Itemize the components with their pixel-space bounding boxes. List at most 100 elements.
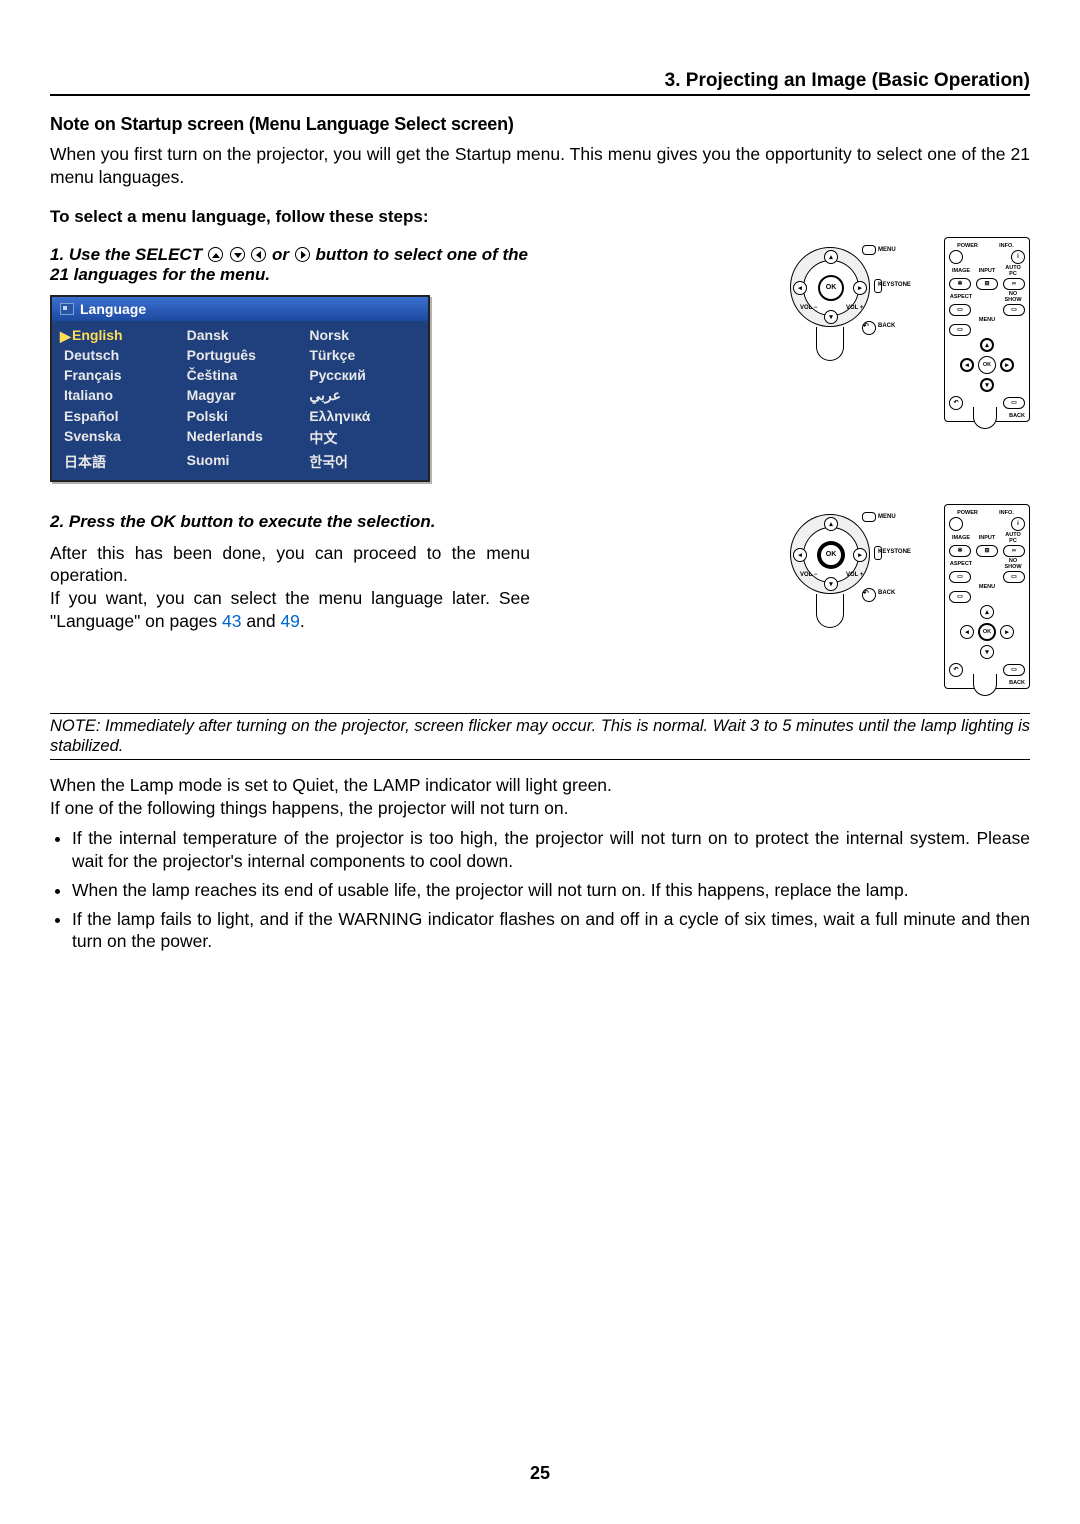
remote-right-button: ▸ bbox=[1000, 625, 1014, 639]
remote-down-button: ▾ bbox=[980, 378, 994, 392]
menu-button: ▭ bbox=[949, 324, 971, 336]
lang-espanol[interactable]: Español bbox=[58, 406, 177, 426]
lang-korean[interactable]: 한국어 bbox=[303, 450, 422, 474]
menu-label: MENU bbox=[878, 247, 896, 253]
page-link-43[interactable]: 43 bbox=[222, 611, 241, 631]
troubleshoot-list: If the internal temperature of the proje… bbox=[50, 827, 1030, 953]
lang-japanese[interactable]: 日本語 bbox=[58, 450, 177, 474]
remote-ok-button-hl: OK bbox=[978, 623, 996, 641]
power-button bbox=[949, 517, 963, 531]
noshow-button: ▭ bbox=[1003, 304, 1025, 316]
lang-turkce[interactable]: Türkçe bbox=[303, 345, 422, 365]
down-button: ▾ bbox=[824, 577, 838, 591]
lang-dansk[interactable]: Dansk bbox=[181, 325, 300, 345]
osd-title: Language bbox=[80, 301, 146, 317]
page-title: Note on Startup screen (Menu Language Se… bbox=[50, 114, 1030, 135]
lang-svenska[interactable]: Svenska bbox=[58, 426, 177, 450]
lang-russian[interactable]: Русский bbox=[303, 365, 422, 385]
hand-icon bbox=[973, 674, 997, 696]
remote-back-button: ▭ bbox=[1003, 397, 1025, 409]
steps-intro: To select a menu language, follow these … bbox=[50, 207, 1030, 227]
info-button: i bbox=[1011, 517, 1025, 531]
lang-norsk[interactable]: Norsk bbox=[303, 325, 422, 345]
lamp-quiet-text: When the Lamp mode is set to Quiet, the … bbox=[50, 774, 1030, 797]
lang-polski[interactable]: Polski bbox=[181, 406, 300, 426]
lang-arabic[interactable]: عربي bbox=[303, 385, 422, 406]
note-block: NOTE: Immediately after turning on the p… bbox=[50, 713, 1030, 760]
left-button: ◂ bbox=[793, 281, 807, 295]
vol-plus-label: VOL + bbox=[846, 305, 863, 311]
ok-button: OK bbox=[818, 275, 844, 301]
left-arrow-icon bbox=[251, 247, 266, 262]
back-label: BACK bbox=[878, 323, 895, 329]
up-button: ▴ bbox=[824, 250, 838, 264]
remote-right-button: ▸ bbox=[1000, 358, 1014, 372]
up-arrow-icon bbox=[208, 247, 223, 262]
remote-back-button: ▭ bbox=[1003, 664, 1025, 676]
remote-up-button: ▴ bbox=[980, 338, 994, 352]
down-button: ▾ bbox=[824, 310, 838, 324]
left-button: ◂ bbox=[793, 548, 807, 562]
keystone-label: KEYSTONE bbox=[878, 549, 911, 555]
input-button: ⊞ bbox=[976, 278, 998, 290]
vol-plus-label: VOL + bbox=[846, 572, 863, 578]
menu-button bbox=[862, 245, 876, 255]
autopc-button: ∞ bbox=[1003, 278, 1025, 290]
finger-icon bbox=[816, 594, 844, 628]
osd-icon bbox=[60, 303, 74, 315]
lang-nederlands[interactable]: Nederlands bbox=[181, 426, 300, 450]
aspect-button: ▭ bbox=[949, 304, 971, 316]
down-arrow-icon bbox=[230, 247, 245, 262]
projector-control-diagram-1: OK ▴ ▾ ◂ ▸ ↶ MENU KEYSTONE BACK VOL − VO… bbox=[770, 237, 920, 367]
language-osd: Language ▶English Dansk Norsk Deutsch Po… bbox=[50, 295, 430, 482]
list-item: When the lamp reaches its end of usable … bbox=[72, 879, 1030, 902]
image-button: ✻ bbox=[949, 278, 971, 290]
step-1: 1. Use the SELECT or button to select on… bbox=[50, 245, 530, 285]
back-button: ↶ bbox=[862, 321, 876, 335]
osd-body: ▶English Dansk Norsk Deutsch Português T… bbox=[52, 321, 428, 480]
selection-caret-icon: ▶ bbox=[60, 328, 71, 345]
section-header: 3. Projecting an Image (Basic Operation) bbox=[50, 70, 1030, 96]
menu-label: MENU bbox=[878, 514, 896, 520]
following-intro: If one of the following things happens, … bbox=[50, 797, 1030, 820]
remote-up-button: ▴ bbox=[980, 605, 994, 619]
right-button: ▸ bbox=[853, 281, 867, 295]
page-link-49[interactable]: 49 bbox=[280, 611, 299, 631]
step1-text-a: 1. Use the SELECT bbox=[50, 245, 207, 264]
lang-francais[interactable]: Français bbox=[58, 365, 177, 385]
back-label: BACK bbox=[878, 590, 895, 596]
lang-magyar[interactable]: Magyar bbox=[181, 385, 300, 406]
intro-paragraph: When you first turn on the projector, yo… bbox=[50, 143, 1030, 189]
remote-left-button: ◂ bbox=[960, 625, 974, 639]
info-button: i bbox=[1011, 250, 1025, 264]
back-button: ↶ bbox=[862, 588, 876, 602]
remote-dpad: ▴ ▾ ◂ ▸ OK bbox=[960, 605, 1014, 659]
keystone-label: KEYSTONE bbox=[878, 282, 911, 288]
lang-italiano[interactable]: Italiano bbox=[58, 385, 177, 406]
lang-chinese[interactable]: 中文 bbox=[303, 426, 422, 450]
noshow-button: ▭ bbox=[1003, 571, 1025, 583]
lang-greek[interactable]: Ελληνικά bbox=[303, 406, 422, 426]
vol-minus-label: VOL − bbox=[800, 305, 817, 311]
finger-icon bbox=[816, 327, 844, 361]
right-button: ▸ bbox=[853, 548, 867, 562]
list-item: If the lamp fails to light, and if the W… bbox=[72, 908, 1030, 954]
lang-cestina[interactable]: Čeština bbox=[181, 365, 300, 385]
aspect-button: ▭ bbox=[949, 571, 971, 583]
right-arrow-icon bbox=[295, 247, 310, 262]
projector-control-diagram-2: OK ▴ ▾ ◂ ▸ ↶ MENU KEYSTONE BACK VOL − VO… bbox=[770, 504, 920, 634]
osd-header: Language bbox=[52, 297, 428, 321]
input-button: ⊞ bbox=[976, 545, 998, 557]
lang-portugues[interactable]: Português bbox=[181, 345, 300, 365]
remote-back-label: BACK bbox=[1009, 413, 1025, 419]
lang-deutsch[interactable]: Deutsch bbox=[58, 345, 177, 365]
lang-english[interactable]: ▶English bbox=[58, 325, 177, 345]
remote-back-label: BACK bbox=[1009, 680, 1025, 686]
autopc-button: ∞ bbox=[1003, 545, 1025, 557]
remote-dpad: ▴ ▾ ◂ ▸ OK bbox=[960, 338, 1014, 392]
image-button: ✻ bbox=[949, 545, 971, 557]
up-button: ▴ bbox=[824, 517, 838, 531]
lang-suomi[interactable]: Suomi bbox=[181, 450, 300, 474]
power-button bbox=[949, 250, 963, 264]
ok-button-hl: OK bbox=[818, 542, 844, 568]
